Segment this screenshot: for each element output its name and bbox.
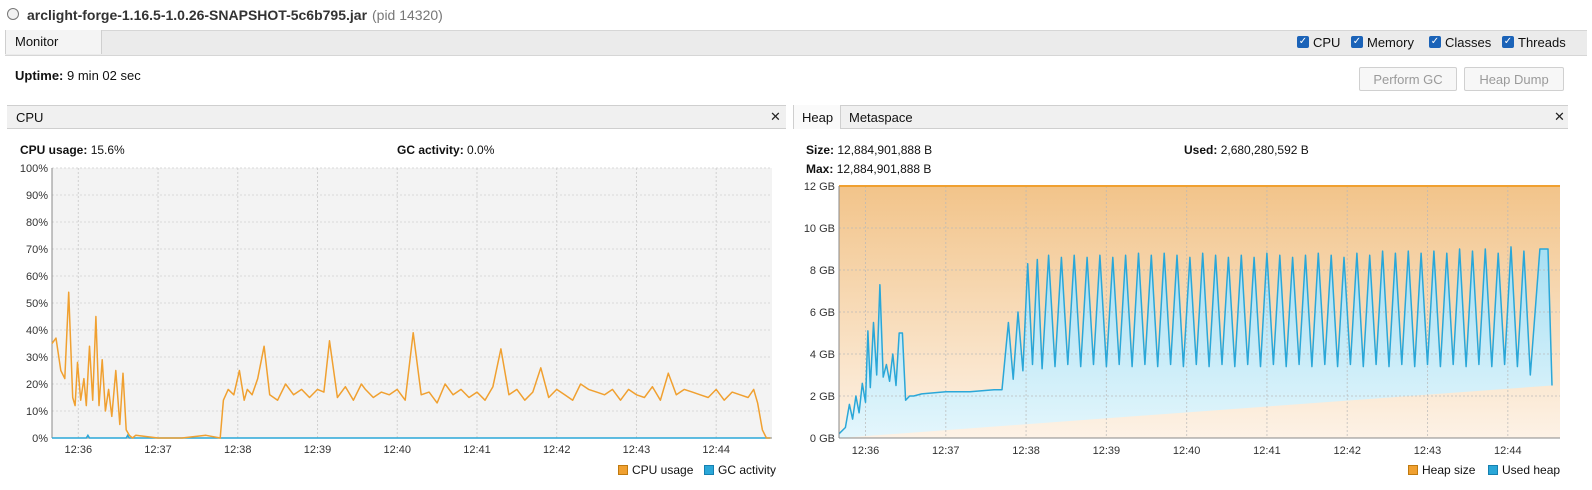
perform-gc-button[interactable]: Perform GC bbox=[1359, 67, 1457, 91]
used-heap-legend-swatch bbox=[1488, 465, 1498, 475]
cpu-panel-close-icon[interactable]: ✕ bbox=[770, 110, 781, 125]
classes-checkbox-label: Classes bbox=[1445, 35, 1492, 50]
checkmark-icon: ✓ bbox=[1429, 36, 1441, 48]
application-icon bbox=[7, 8, 19, 20]
cpu-y-tick-label: 50% bbox=[26, 298, 48, 310]
cpu-panel-title: CPU bbox=[16, 110, 44, 125]
cpu-y-tick-label: 100% bbox=[20, 163, 48, 175]
cpu-x-tick-label: 12:43 bbox=[623, 444, 651, 456]
heap-y-tick-label: 8 GB bbox=[810, 265, 835, 277]
cpu-y-tick-label: 10% bbox=[26, 406, 48, 418]
cpu-y-tick-label: 20% bbox=[26, 379, 48, 391]
gc-activity-stat: GC activity: 0.0% bbox=[397, 143, 494, 157]
heap-max-stat: Max: 12,884,901,888 B bbox=[806, 162, 931, 176]
tab-monitor-label: Monitor bbox=[15, 34, 59, 49]
checkmark-icon: ✓ bbox=[1297, 36, 1309, 48]
heap-x-tick-label: 12:44 bbox=[1494, 445, 1522, 457]
uptime-value: 9 min 02 sec bbox=[67, 68, 141, 83]
cpu-y-tick-label: 0% bbox=[32, 433, 48, 445]
heap-max-value: 12,884,901,888 B bbox=[836, 162, 932, 176]
cpu-usage-legend-label: CPU usage bbox=[632, 463, 694, 477]
cpu-usage-stat: CPU usage: 15.6% bbox=[20, 143, 125, 157]
heap-x-tick-label: 12:40 bbox=[1173, 445, 1201, 457]
cpu-y-tick-label: 60% bbox=[26, 271, 48, 283]
heap-size-legend-swatch bbox=[1408, 465, 1418, 475]
heap-x-tick-label: 12:39 bbox=[1093, 445, 1121, 457]
heap-used-label: Used: bbox=[1184, 143, 1218, 157]
heap-max-label: Max: bbox=[806, 162, 834, 176]
heap-x-tick-label: 12:42 bbox=[1333, 445, 1361, 457]
cpu-y-tick-label: 30% bbox=[26, 352, 48, 364]
heap-size-legend-label: Heap size bbox=[1422, 463, 1476, 477]
process-id: (pid 14320) bbox=[372, 7, 443, 23]
gc-activity-label: GC activity: bbox=[397, 143, 464, 157]
cpu-usage-value: 15.6% bbox=[90, 143, 125, 157]
window-title: arclight-forge-1.16.5-1.0.26-SNAPSHOT-5c… bbox=[27, 7, 368, 23]
heap-dump-button[interactable]: Heap Dump bbox=[1464, 67, 1564, 91]
cpu-x-tick-label: 12:42 bbox=[543, 444, 571, 456]
cpu-panel-header bbox=[7, 105, 786, 129]
tab-heap-label: Heap bbox=[802, 110, 834, 125]
gc-activity-legend-label: GC activity bbox=[718, 463, 777, 477]
uptime-label: Uptime: bbox=[15, 68, 64, 83]
cpu-x-tick-label: 12:40 bbox=[383, 444, 411, 456]
heap-y-tick-label: 10 GB bbox=[804, 223, 835, 235]
cpu-x-tick-label: 12:38 bbox=[224, 444, 252, 456]
cpu-x-tick-label: 12:36 bbox=[65, 444, 93, 456]
heap-size-value: 12,884,901,888 B bbox=[837, 143, 933, 157]
cpu-x-tick-label: 12:39 bbox=[304, 444, 332, 456]
heap-x-tick-label: 12:43 bbox=[1414, 445, 1442, 457]
cpu-y-tick-label: 40% bbox=[26, 325, 48, 337]
threads-checkbox-label: Threads bbox=[1518, 35, 1566, 50]
heap-x-tick-label: 12:37 bbox=[932, 445, 960, 457]
title-bar: arclight-forge-1.16.5-1.0.26-SNAPSHOT-5c… bbox=[0, 0, 1592, 30]
cpu-y-tick-label: 80% bbox=[26, 217, 48, 229]
gc-activity-legend-swatch bbox=[704, 465, 714, 475]
heap-x-tick-label: 12:36 bbox=[852, 445, 880, 457]
heap-y-tick-label: 0 GB bbox=[810, 433, 835, 445]
cpu-y-tick-label: 70% bbox=[26, 244, 48, 256]
panel-visibility-checkboxes: ✓ CPU ✓ Memory ✓ Classes ✓ Threads bbox=[1297, 35, 1587, 50]
memory-panel-close-icon[interactable]: ✕ bbox=[1554, 110, 1565, 125]
memory-checkbox-label: Memory bbox=[1367, 35, 1414, 50]
checkmark-icon: ✓ bbox=[1502, 36, 1514, 48]
checkmark-icon: ✓ bbox=[1351, 36, 1363, 48]
heap-memory-chart: 0 GB 2 GB 4 GB 6 GB 8 GB 10 GB 12 GB 12:36 12:37… bbox=[804, 181, 1560, 457]
cpu-x-tick-label: 12:37 bbox=[144, 444, 172, 456]
tab-metaspace[interactable]: Metaspace bbox=[849, 110, 913, 125]
used-heap-legend-label: Used heap bbox=[1502, 463, 1561, 477]
uptime: Uptime: 9 min 02 sec bbox=[15, 68, 141, 83]
cpu-x-tick-label: 12:44 bbox=[702, 444, 730, 456]
heap-y-tick-label: 12 GB bbox=[804, 181, 835, 193]
heap-size-stat: Size: 12,884,901,888 B bbox=[806, 143, 932, 157]
cpu-x-tick-label: 12:41 bbox=[463, 444, 491, 456]
heap-x-tick-label: 12:41 bbox=[1253, 445, 1281, 457]
heap-y-tick-label: 2 GB bbox=[810, 391, 835, 403]
gc-activity-value: 0.0% bbox=[467, 143, 495, 157]
cpu-y-tick-label: 90% bbox=[26, 190, 48, 202]
cpu-checkbox-label: CPU bbox=[1313, 35, 1341, 50]
heap-used-stat: Used: 2,680,280,592 B bbox=[1184, 143, 1309, 157]
heap-x-tick-label: 12:38 bbox=[1012, 445, 1040, 457]
cpu-usage-legend-swatch bbox=[618, 465, 628, 475]
cpu-usage-chart: 0% 10% 20% 30% 40% 50% 60% 70% 80% 90% 100% 12:36 12… bbox=[20, 163, 772, 456]
cpu-usage-label: CPU usage: bbox=[20, 143, 88, 157]
heap-used-value: 2,680,280,592 B bbox=[1220, 143, 1309, 157]
heap-y-tick-label: 6 GB bbox=[810, 307, 835, 319]
heap-y-tick-label: 4 GB bbox=[810, 349, 835, 361]
heap-size-label: Size: bbox=[806, 143, 835, 157]
